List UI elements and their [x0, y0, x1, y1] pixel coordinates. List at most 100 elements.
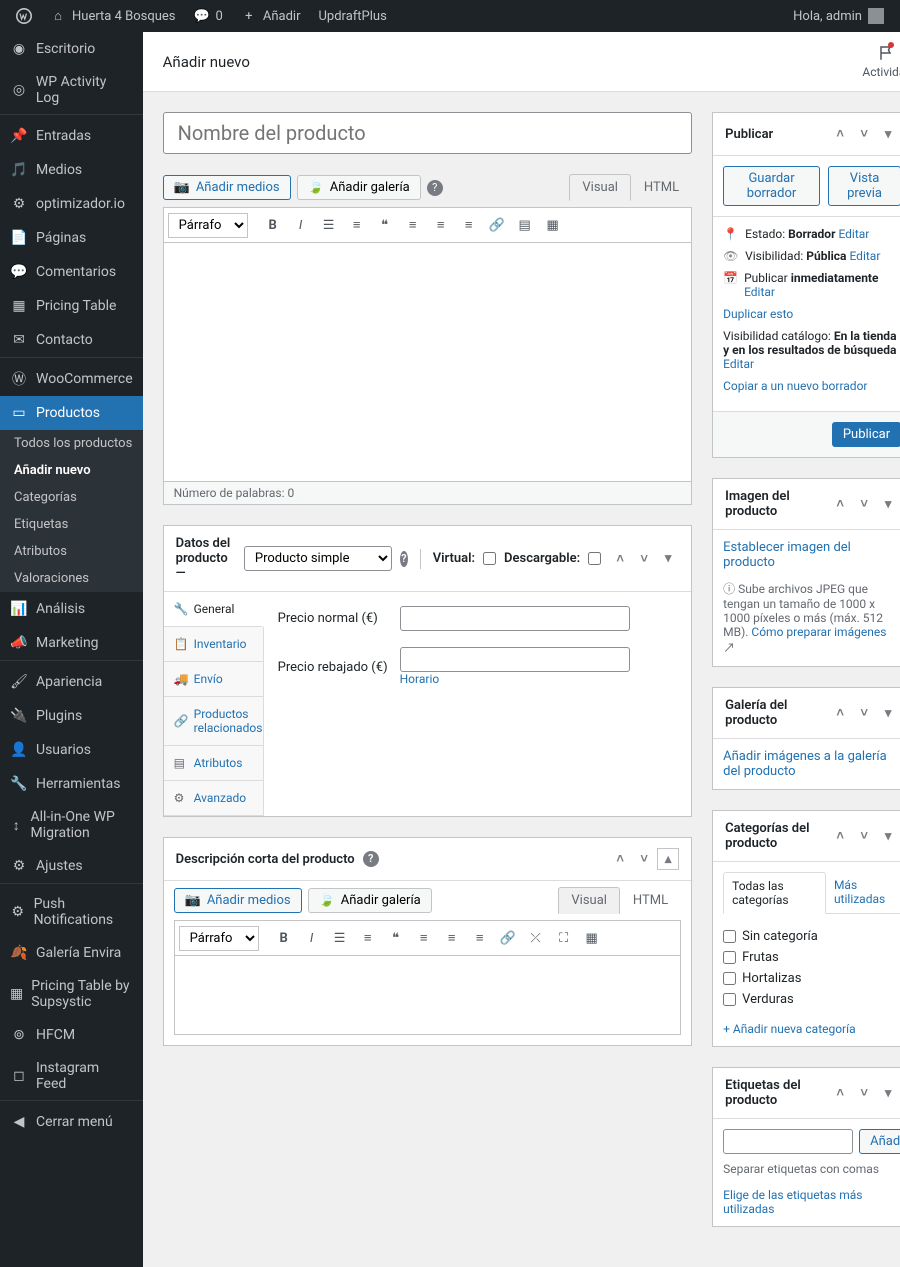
menu-plugins[interactable]: 🔌Plugins: [0, 699, 143, 733]
align-left-button[interactable]: ≡: [400, 212, 426, 238]
regular-price-input[interactable]: [400, 606, 630, 631]
bullet-list-button[interactable]: ☰: [327, 925, 353, 951]
align-right-button[interactable]: ≡: [467, 925, 493, 951]
updraft-link[interactable]: UpdraftPlus: [310, 0, 394, 32]
tab-html[interactable]: HTML: [631, 174, 692, 201]
comments-link[interactable]: 💬0: [186, 0, 231, 32]
tab-shipping[interactable]: 🚚Envío: [164, 662, 263, 697]
set-image-link[interactable]: Establecer imagen del producto: [723, 540, 851, 570]
bold-button[interactable]: B: [260, 212, 286, 238]
category-checkbox[interactable]: [723, 930, 736, 943]
move-down-button[interactable]: ˅: [633, 548, 655, 570]
category-item[interactable]: Frutas: [723, 947, 900, 968]
link-button[interactable]: 🔗: [484, 212, 510, 238]
submenu-categories[interactable]: Categorías: [0, 484, 143, 511]
duplicate-link[interactable]: Duplicar esto: [723, 307, 793, 321]
quote-button[interactable]: ❝: [372, 212, 398, 238]
add-gallery-button[interactable]: 🍃Añadir galería: [308, 888, 432, 913]
help-icon[interactable]: ?: [427, 180, 443, 196]
submenu-attributes[interactable]: Atributos: [0, 538, 143, 565]
tab-general[interactable]: 🔧General: [164, 592, 264, 627]
category-item[interactable]: Sin categoría: [723, 926, 900, 947]
edit-status-link[interactable]: Editar: [838, 227, 869, 241]
move-down-button[interactable]: ˅: [853, 493, 875, 515]
move-up-button[interactable]: ˄: [609, 848, 631, 870]
downloadable-checkbox[interactable]: [588, 552, 601, 565]
save-draft-button[interactable]: Guardar borrador: [723, 166, 820, 206]
move-down-button[interactable]: ˅: [853, 825, 875, 847]
menu-marketing[interactable]: 📣Marketing: [0, 626, 143, 660]
fullscreen-button[interactable]: ⛶: [551, 925, 577, 951]
edit-visibility-link[interactable]: Editar: [849, 249, 880, 263]
number-list-button[interactable]: ≡: [355, 925, 381, 951]
menu-instagram[interactable]: ◻Instagram Feed: [0, 1052, 143, 1100]
tab-all-categories[interactable]: Todas las categorías: [723, 872, 826, 914]
move-up-button[interactable]: ˄: [829, 123, 851, 145]
menu-pages[interactable]: 📄Páginas: [0, 221, 143, 255]
add-category-link[interactable]: + Añadir nueva categoría: [723, 1022, 900, 1036]
toolbar-toggle-button[interactable]: ▦: [540, 212, 566, 238]
submenu-tags[interactable]: Etiquetas: [0, 511, 143, 538]
tag-input[interactable]: [723, 1129, 853, 1154]
link-button[interactable]: 🔗: [495, 925, 521, 951]
account-link[interactable]: Hola, admin: [785, 0, 892, 32]
sale-price-input[interactable]: [400, 647, 630, 672]
move-down-button[interactable]: ˅: [853, 123, 875, 145]
choose-tags-link[interactable]: Elige de las etiquetas más utilizadas: [723, 1188, 900, 1216]
menu-comments[interactable]: 💬Comentarios: [0, 255, 143, 289]
category-checkbox[interactable]: [723, 951, 736, 964]
move-down-button[interactable]: ˅: [853, 1082, 875, 1104]
short-desc-editor[interactable]: [174, 955, 682, 1035]
help-icon[interactable]: ?: [400, 551, 408, 567]
move-down-button[interactable]: ˅: [853, 702, 875, 724]
menu-optimizador[interactable]: ⚙optimizador.io: [0, 187, 143, 221]
menu-supsystic[interactable]: ▦Pricing Table by Supsystic: [0, 970, 143, 1018]
menu-appearance[interactable]: 🖌Apariencia: [0, 665, 143, 699]
menu-contact[interactable]: ✉Contacto: [0, 323, 143, 357]
align-right-button[interactable]: ≡: [456, 212, 482, 238]
align-center-button[interactable]: ≡: [428, 212, 454, 238]
tab-advanced[interactable]: ⚙Avanzado: [164, 781, 263, 816]
move-down-button[interactable]: ˅: [633, 848, 655, 870]
activity-button[interactable]: Actividad: [862, 44, 900, 79]
menu-wpactivity[interactable]: ◎WP Activity Log: [0, 66, 143, 114]
menu-pricingtable[interactable]: ▦Pricing Table: [0, 289, 143, 323]
menu-dashboard[interactable]: ◉Escritorio: [0, 32, 143, 66]
tab-most-used[interactable]: Más utilizadas: [826, 872, 900, 913]
italic-button[interactable]: I: [288, 212, 314, 238]
product-title-input[interactable]: [163, 112, 693, 154]
format-select[interactable]: Párrafo: [179, 926, 259, 951]
schedule-link[interactable]: Horario: [400, 672, 440, 686]
add-media-button[interactable]: 📷Añadir medios: [163, 175, 291, 200]
move-up-button[interactable]: ˄: [609, 548, 631, 570]
menu-settings[interactable]: ⚙Ajustes: [0, 849, 143, 883]
toggle-button[interactable]: ▾: [877, 702, 899, 724]
toggle-button[interactable]: ▾: [877, 123, 899, 145]
edit-catalog-link[interactable]: Editar: [723, 357, 754, 371]
add-gallery-images-link[interactable]: Añadir imágenes a la galería del product…: [723, 749, 887, 779]
publish-button[interactable]: Publicar: [832, 422, 900, 447]
preview-button[interactable]: Vista previa: [828, 166, 900, 206]
menu-envira[interactable]: 🍂Galería Envira: [0, 936, 143, 970]
toggle-button[interactable]: ▴: [657, 848, 679, 870]
italic-button[interactable]: I: [299, 925, 325, 951]
menu-hfcm[interactable]: ⊚HFCM: [0, 1018, 143, 1052]
tab-html[interactable]: HTML: [620, 887, 681, 914]
toggle-button[interactable]: ▾: [657, 548, 679, 570]
new-content-link[interactable]: +Añadir: [233, 0, 309, 32]
submenu-all-products[interactable]: Todos los productos: [0, 430, 143, 457]
help-icon[interactable]: ?: [363, 851, 379, 867]
toggle-button[interactable]: ▾: [877, 1082, 899, 1104]
menu-users[interactable]: 👤Usuarios: [0, 733, 143, 767]
move-up-button[interactable]: ˄: [829, 493, 851, 515]
submenu-reviews[interactable]: Valoraciones: [0, 565, 143, 592]
number-list-button[interactable]: ≡: [344, 212, 370, 238]
tab-visual[interactable]: Visual: [569, 174, 631, 201]
category-checkbox[interactable]: [723, 972, 736, 985]
quote-button[interactable]: ❝: [383, 925, 409, 951]
wp-logo[interactable]: [8, 0, 40, 32]
category-item[interactable]: Hortalizas: [723, 968, 900, 989]
category-item[interactable]: Verduras: [723, 989, 900, 1010]
unlink-button[interactable]: ⤫: [523, 925, 549, 951]
add-media-button[interactable]: 📷Añadir medios: [174, 888, 302, 913]
